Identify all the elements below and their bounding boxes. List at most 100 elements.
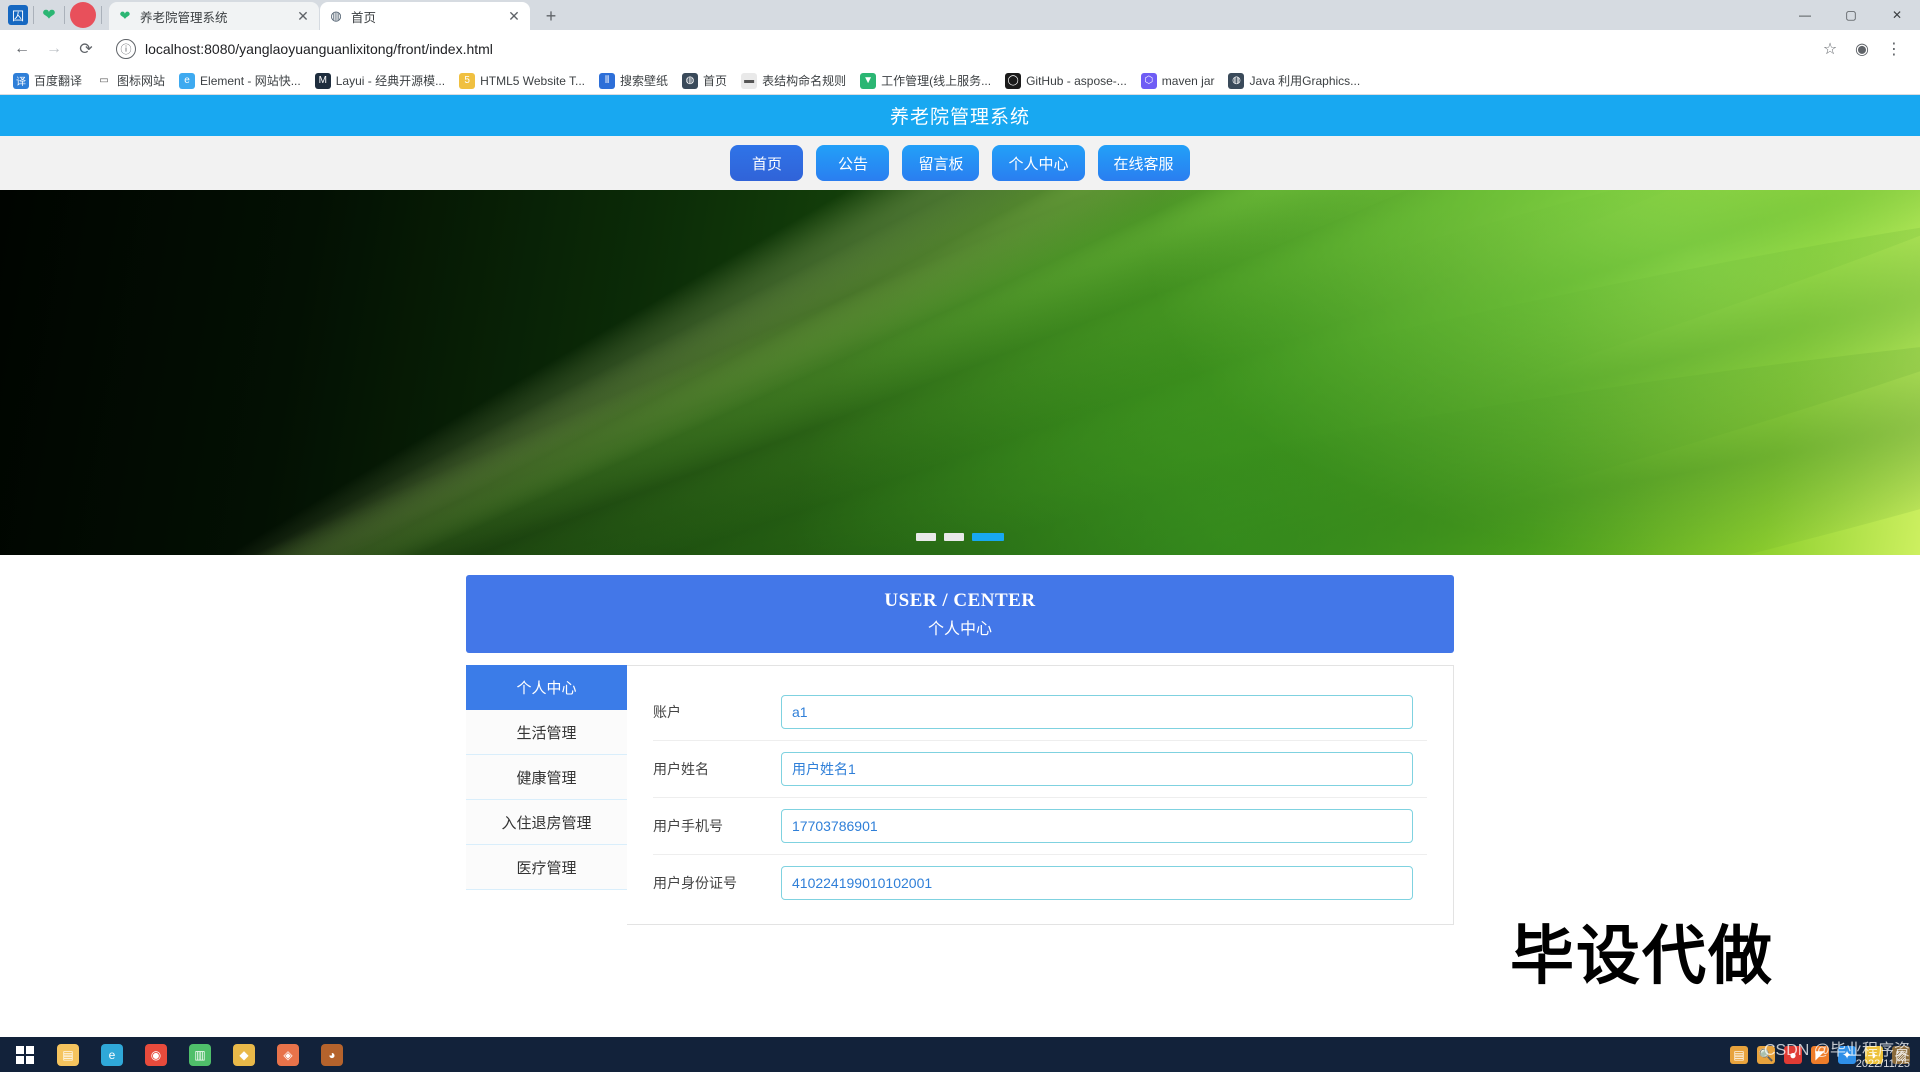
bookmark-label: Layui - 经典开源模... [335, 74, 446, 88]
url-text: localhost:8080/yanglaoyuanguanlixitong/f… [145, 40, 493, 57]
user-center-section: USER / CENTER 个人中心 个人中心 生活管理 健康管理 入住退房管理 医疗管… [0, 555, 1920, 925]
nav-button-2[interactable]: 留言板 [902, 145, 980, 181]
bookmark-favicon-icon: ⬡ [1140, 72, 1157, 89]
taskbar-app-brown[interactable]: ◕ [310, 1037, 354, 1072]
bookmark-label: 百度翻译 [34, 74, 83, 88]
bookmark-label: Java 利用Graphics... [1249, 74, 1361, 88]
bookmark-item[interactable]: ⦀ 搜索壁纸 [592, 70, 675, 92]
maximize-button[interactable]: ▢ [1828, 0, 1874, 30]
user-center-banner: USER / CENTER 个人中心 [466, 575, 1454, 653]
bookmark-item[interactable]: M Layui - 经典开源模... [308, 70, 452, 92]
new-tab-button[interactable]: + [537, 2, 565, 30]
divider [33, 6, 34, 24]
tray-window-icon[interactable]: ▤ [1730, 1045, 1748, 1064]
tab-title: 养老院管理系统 [140, 10, 228, 25]
bookmark-item[interactable]: 译百度翻译 [6, 70, 89, 92]
leaf-icon[interactable]: ❤ [39, 5, 59, 25]
back-icon[interactable]: ← [8, 35, 36, 63]
form-input-0[interactable] [781, 695, 1413, 729]
taskbar-notepad-app[interactable]: ▥ [178, 1037, 222, 1072]
sidebar-item-0[interactable]: 个人中心 [466, 665, 627, 710]
bookmark-item[interactable]: e Element - 网站快... [172, 70, 308, 92]
close-window-button[interactable]: ✕ [1874, 0, 1920, 30]
carousel-dot-2[interactable] [972, 533, 1004, 541]
grass-blade-decor [0, 190, 1920, 555]
sidebar-item-2[interactable]: 健康管理 [466, 755, 627, 800]
taskbar-file-explorer[interactable]: ▤ [46, 1037, 90, 1072]
profile-avatar-icon[interactable]: ◉ [1848, 35, 1876, 63]
bookmark-favicon-icon: ▼ [860, 72, 877, 89]
taskbar-edge-browser[interactable]: e [90, 1037, 134, 1072]
divider [101, 6, 102, 24]
grass-blade-decor [0, 190, 1920, 555]
recording-indicator-icon[interactable] [70, 2, 96, 28]
taskbar-chrome-browser[interactable]: ◉ [134, 1037, 178, 1072]
minimize-button[interactable]: — [1782, 0, 1828, 30]
bookmark-item[interactable]: ▬ 表结构命名规则 [734, 70, 853, 92]
sidebar-item-1[interactable]: 生活管理 [466, 710, 627, 755]
toolbar-right: ☆ ◉ ⋮ [1816, 35, 1912, 63]
bookmark-item[interactable]: ◯ GitHub - aspose-... [998, 70, 1134, 92]
nav-button-0[interactable]: 首页 [730, 145, 804, 181]
divider [64, 6, 65, 24]
grass-blade-decor [0, 190, 1920, 555]
browser-tab-2[interactable]: ◍ 首页 ✕ [320, 2, 530, 30]
sidebar-item-3[interactable]: 入住退房管理 [466, 800, 627, 845]
user-center-body: 个人中心生活管理健康管理入住退房管理医疗管理 账户用户姓名用户手机号用户身份证号 [466, 665, 1454, 925]
close-icon[interactable]: ✕ [295, 8, 311, 24]
bookmark-item[interactable]: 5 HTML5 Website T... [452, 70, 592, 92]
tab-title: 首页 [351, 10, 377, 25]
bookmark-item[interactable]: ▼ 工作管理(线上服务... [853, 70, 998, 92]
tray-search-icon[interactable]: 🔍 [1757, 1045, 1775, 1064]
tray-brown-app-icon[interactable]: ▨ [1892, 1045, 1910, 1064]
address-bar[interactable]: ⓘ localhost:8080/yanglaoyuanguanlixitong… [110, 36, 1816, 62]
carousel-dot-1[interactable] [944, 533, 964, 541]
browser-toolbar: ← → ⟳ ⓘ localhost:8080/yanglaoyuanguanli… [0, 30, 1920, 67]
bookmarks-bar: 译百度翻译 ▭ 图标网站 e Element - 网站快... M Layui - 经典开源… [0, 67, 1920, 95]
bookmark-item[interactable]: ◍ 首页 [675, 70, 734, 92]
bookmark-favicon-icon: ▭ [96, 72, 113, 89]
form-input-2[interactable] [781, 809, 1413, 843]
carousel-dot-0[interactable] [916, 533, 936, 541]
app-icon-blue[interactable]: 囚 [8, 5, 28, 25]
screen-root: 囚 ❤ ❤ 养老院管理系统 ✕ ◍ 首页 ✕ + — ▢ ✕ ← → ⟳ ⓘ l… [0, 0, 1920, 1072]
taskbar-app-yellow[interactable]: ◆ [222, 1037, 266, 1072]
app-brown-icon: ◕ [321, 1043, 343, 1066]
close-icon[interactable]: ✕ [506, 8, 522, 24]
page-title: 养老院管理系统 [889, 107, 1030, 128]
reload-icon[interactable]: ⟳ [72, 35, 100, 63]
bookmark-label: maven jar [1161, 73, 1215, 88]
bookmark-item[interactable]: ◍ Java 利用Graphics... [1221, 70, 1367, 92]
site-info-icon[interactable]: ⓘ [116, 38, 136, 59]
nav-button-4[interactable]: 在线客服 [1097, 145, 1190, 181]
notepad-app-icon: ▥ [189, 1043, 211, 1066]
system-tray: ▤ 🔍 ● ◤ ✦ ◗ ▨ [1730, 1045, 1916, 1064]
bookmark-item[interactable]: ▭ 图标网站 [89, 70, 172, 92]
user-profile-form: 账户用户姓名用户手机号用户身份证号 [627, 665, 1454, 925]
form-input-3[interactable] [781, 866, 1413, 900]
forward-icon[interactable]: → [40, 35, 68, 63]
bookmark-favicon-icon: ◍ [1228, 72, 1245, 89]
browser-menu-icon[interactable]: ⋮ [1880, 35, 1908, 63]
taskbar-app-orange[interactable]: ◈ [266, 1037, 310, 1072]
bookmark-favicon-icon: ◍ [682, 72, 699, 89]
bookmark-star-icon[interactable]: ☆ [1816, 35, 1844, 63]
tray-yellow-app-icon[interactable]: ◗ [1865, 1045, 1883, 1064]
tray-blue-app-icon[interactable]: ✦ [1838, 1045, 1856, 1064]
hero-image [0, 190, 1920, 555]
start-button[interactable] [4, 1037, 46, 1072]
form-input-1[interactable] [781, 752, 1413, 786]
nav-button-3[interactable]: 个人中心 [992, 145, 1085, 181]
user-center-sidebar: 个人中心 生活管理 健康管理 入住退房管理 医疗管理 [466, 665, 627, 890]
sidebar-item-4[interactable]: 医疗管理 [466, 845, 627, 890]
bookmark-favicon-icon: e [179, 72, 196, 89]
browser-tab-1[interactable]: ❤ 养老院管理系统 ✕ [109, 2, 319, 30]
tray-orange-app-icon[interactable]: ◤ [1811, 1045, 1829, 1064]
bookmark-favicon-icon: M [314, 72, 331, 89]
grass-blade-decor [0, 190, 1920, 555]
quick-launch-icons: 囚 ❤ [4, 0, 109, 30]
tray-red-app-icon[interactable]: ● [1784, 1045, 1802, 1064]
bookmark-item[interactable]: ⬡ maven jar [1134, 70, 1222, 92]
hero-carousel[interactable] [0, 190, 1920, 555]
nav-button-1[interactable]: 公告 [816, 145, 890, 181]
